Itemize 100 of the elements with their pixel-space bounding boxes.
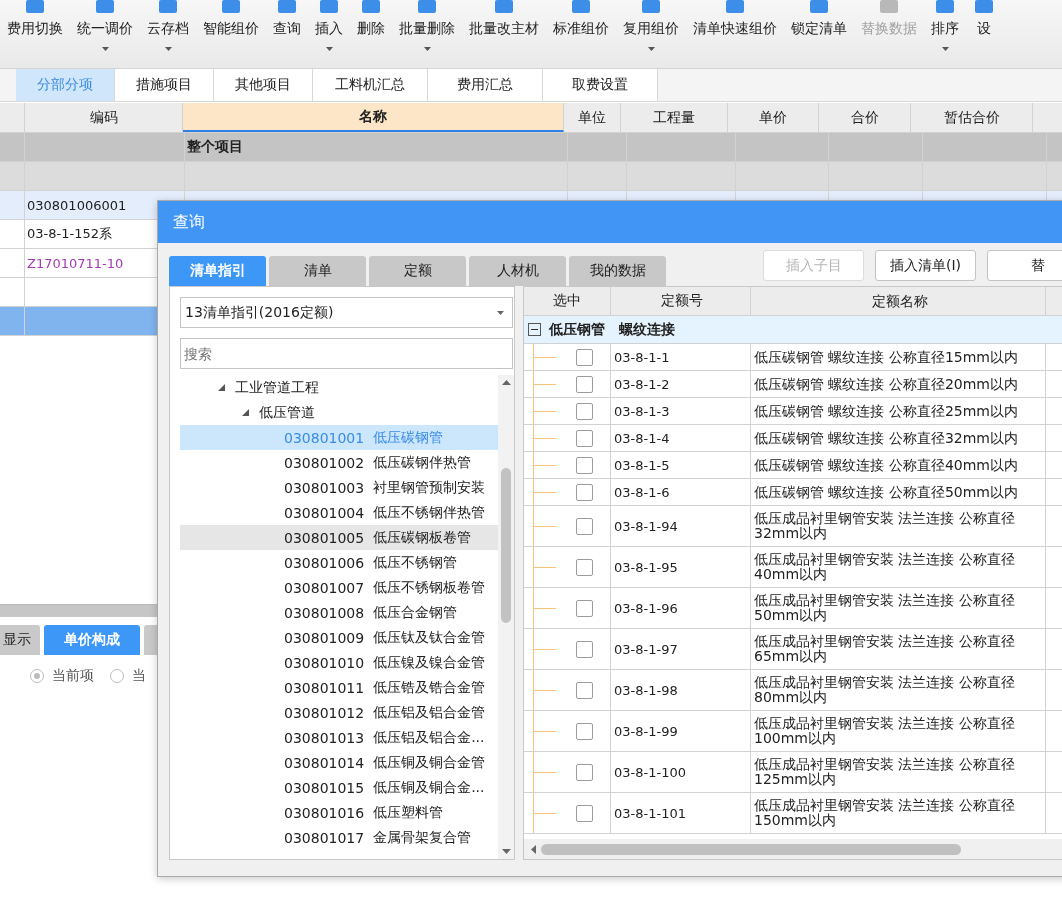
checkbox[interactable]	[576, 517, 593, 535]
quota-name: 低压碳钢管 螺纹连接 公称直径40mm以内	[754, 457, 1018, 473]
toolbar-label: 清单快速组价	[693, 20, 777, 38]
tree-line	[533, 398, 556, 424]
checkbox[interactable]	[576, 763, 593, 781]
table-row[interactable]: 整个项目	[0, 132, 1062, 161]
quota-name: 低压成品衬里钢管安装 法兰连接 公称直径40mm以内	[754, 552, 1016, 582]
checkbox[interactable]	[576, 640, 593, 658]
quota-name: 低压成品衬里钢管安装 法兰连接 公称直径80mm以内	[754, 675, 1016, 705]
action-button[interactable]: 插入清单(I)	[875, 250, 976, 281]
caret-icon	[647, 47, 655, 51]
checkbox[interactable]	[576, 456, 593, 474]
tree-item[interactable]: 030801017 金属骨架复合管	[180, 825, 498, 850]
toolbar-button[interactable]: 清单快速组价	[686, 0, 784, 68]
tree-item[interactable]: 低压管道	[180, 400, 498, 425]
group-row[interactable]: 低压钢管 螺纹连接	[524, 316, 1062, 344]
tree-item[interactable]: 工业管道工程	[180, 375, 498, 400]
code-text: 03-8-1-152系	[27, 225, 112, 243]
tab[interactable]: 定额	[369, 256, 466, 286]
tree-item[interactable]: 030801011 低压锆及锆合金管	[180, 675, 498, 700]
quota-name: 低压碳钢管 螺纹连接 公称直径25mm以内	[754, 403, 1018, 419]
search-field[interactable]: 搜索	[180, 338, 513, 369]
tab[interactable]: 清单	[269, 256, 366, 286]
tab[interactable]: 显示	[0, 625, 40, 655]
toolbar-button[interactable]: 统一调价	[70, 0, 140, 68]
quota-code: 03-8-1-99	[614, 723, 678, 739]
quota-code: 03-8-1-5	[614, 457, 670, 473]
toolbar-button[interactable]: 设	[966, 0, 1002, 68]
tree-item[interactable]: 030801003 衬里钢管预制安装	[180, 475, 498, 500]
action-button[interactable]: 替	[987, 250, 1062, 281]
column-header: 选中	[524, 287, 611, 315]
column-header: 名称	[183, 103, 564, 132]
checkbox[interactable]	[576, 483, 593, 501]
quota-name: 低压碳钢管 螺纹连接 公称直径32mm以内	[754, 430, 1018, 446]
toolbar-button[interactable]: 删除	[350, 0, 392, 68]
tab[interactable]: 我的数据	[569, 256, 666, 286]
toolbar-button[interactable]: 复用组价	[616, 0, 686, 68]
quota-code: 03-8-1-3	[614, 403, 670, 419]
scroll-thumb[interactable]	[501, 468, 511, 623]
tree-item[interactable]: 030801013 低压铝及铝合金...	[180, 725, 498, 750]
tree-item[interactable]: 030801016 低压塑料管	[180, 800, 498, 825]
tree-item[interactable]: 030801014 低压铜及铜合金管	[180, 750, 498, 775]
checkbox[interactable]	[576, 429, 593, 447]
scrollbar[interactable]	[498, 375, 514, 859]
toolbar-button[interactable]: 批量删除	[392, 0, 462, 68]
quota-name: 低压成品衬里钢管安装 法兰连接 公称直径150mm以内	[754, 798, 1016, 828]
checkbox[interactable]	[576, 804, 593, 822]
tree-line	[533, 452, 556, 478]
scrollbar[interactable]	[524, 839, 1062, 859]
tab[interactable]: 措施项目	[115, 69, 214, 101]
radio-option[interactable]: 当前项	[30, 667, 94, 685]
quota-name: 低压碳钢管 螺纹连接 公称直径50mm以内	[754, 484, 1018, 500]
checkbox[interactable]	[576, 722, 593, 740]
tree-line	[533, 371, 556, 397]
toolbar-button[interactable]: 插入	[308, 0, 350, 68]
quota-name: 低压碳钢管 螺纹连接 公称直径15mm以内	[754, 349, 1018, 365]
quota-name: 低压碳钢管 螺纹连接 公称直径20mm以内	[754, 376, 1018, 392]
toolbar-button[interactable]: 锁定清单	[784, 0, 854, 68]
tree-item[interactable]: 030801002 低压碳钢伴热管	[180, 450, 498, 475]
checkbox[interactable]	[576, 681, 593, 699]
toolbar-button[interactable]: 标准组价	[546, 0, 616, 68]
checkbox[interactable]	[576, 375, 593, 393]
tile-icon	[570, 0, 592, 14]
tree-line	[533, 547, 556, 587]
tile-icon	[416, 0, 438, 14]
left-arrow-icon	[531, 844, 536, 854]
tab[interactable]: 工料机汇总	[313, 69, 428, 101]
tree-line	[533, 425, 556, 451]
toolbar-button[interactable]: 云存档	[140, 0, 196, 68]
toolbar-button[interactable]: 查询	[266, 0, 308, 68]
tile-icon	[318, 0, 340, 14]
toolbar-button[interactable]: 费用切换	[0, 0, 70, 68]
tree-item[interactable]: 030801004 低压不锈钢伴热管	[180, 500, 498, 525]
toolbar-label: 删除	[357, 20, 385, 38]
tab[interactable]: 取费设置	[543, 69, 658, 101]
scroll-thumb[interactable]	[541, 843, 961, 855]
tile-icon	[276, 0, 298, 14]
checkbox[interactable]	[576, 348, 593, 366]
tree-item[interactable]: 030801012 低压铝及铝合金管	[180, 700, 498, 725]
tab[interactable]: 费用汇总	[428, 69, 543, 101]
tab[interactable]: 其他项目	[214, 69, 313, 101]
tree-item[interactable]: 030801007 低压不锈钢板卷管	[180, 575, 498, 600]
radio-option[interactable]: 当	[110, 667, 146, 685]
column-header: 定额名称	[751, 287, 1046, 315]
checkbox[interactable]	[576, 402, 593, 420]
toolbar-button[interactable]: 批量改主材	[462, 0, 546, 68]
toolbar-label: 排序	[931, 20, 959, 38]
tree-item[interactable]: 030801005 低压碳钢板卷管	[180, 525, 498, 550]
checkbox[interactable]	[576, 599, 593, 617]
tab[interactable]: 人材机	[469, 256, 566, 286]
checkbox[interactable]	[576, 558, 593, 576]
toolbar-button[interactable]: 智能组价	[196, 0, 266, 68]
dropdown[interactable]: 13清单指引(2016定额)	[180, 297, 513, 328]
tree-item[interactable]: 030801008 低压合金钢管	[180, 600, 498, 625]
tree-item[interactable]: 030801015 低压铜及铜合金...	[180, 775, 498, 800]
tree-item[interactable]: 030801009 低压钛及钛合金管	[180, 625, 498, 650]
toolbar-button[interactable]: 排序	[924, 0, 966, 68]
tree-item[interactable]: 030801006 低压不锈钢管	[180, 550, 498, 575]
tile-icon	[493, 0, 515, 14]
tree-item[interactable]: 030801010 低压镍及镍合金管	[180, 650, 498, 675]
